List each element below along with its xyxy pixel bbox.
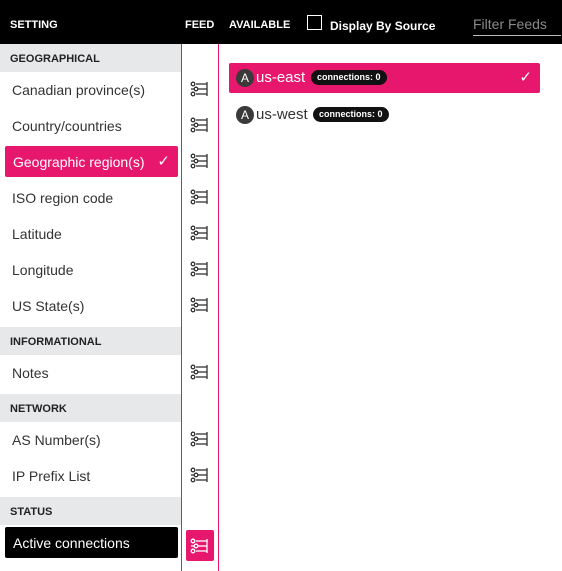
setting-canadian-provinces[interactable]: Canadian province(s) bbox=[0, 72, 181, 108]
available-item-us-west[interactable]: A us-west connections: 0 bbox=[229, 100, 540, 130]
source-a-icon: A bbox=[236, 69, 254, 87]
setting-as-numbers[interactable]: AS Number(s) bbox=[0, 422, 181, 458]
selected-check-icon: ✓ bbox=[519, 69, 532, 86]
setting-geographic-region[interactable]: Geographic region(s) ✓ bbox=[5, 146, 178, 177]
available-item-us-east[interactable]: A us-east connections: 0 ✓ bbox=[229, 63, 540, 93]
feed-button-as-numbers[interactable] bbox=[188, 427, 212, 451]
filter-sliders-icon bbox=[190, 297, 208, 313]
setting-latitude[interactable]: Latitude bbox=[0, 216, 181, 252]
section-geographical: GEOGRAPHICAL bbox=[0, 44, 181, 72]
setting-ip-prefix-list[interactable]: IP Prefix List bbox=[0, 458, 181, 494]
feed-button-ip-prefix-list[interactable] bbox=[188, 463, 212, 487]
feed-button-geographic-region[interactable] bbox=[188, 149, 212, 173]
filter-sliders-icon bbox=[190, 117, 208, 133]
source-a-icon: A bbox=[236, 106, 254, 124]
feed-column-header: FEED bbox=[185, 19, 215, 31]
filter-sliders-icon bbox=[190, 364, 208, 380]
setting-iso-region-code[interactable]: ISO region code bbox=[0, 180, 181, 216]
feed-button-canadian-provinces[interactable] bbox=[188, 77, 212, 101]
settings-list: GEOGRAPHICAL Canadian province(s) Countr… bbox=[0, 44, 181, 571]
feed-button-countries[interactable] bbox=[188, 113, 212, 137]
display-by-source-checkbox[interactable] bbox=[307, 15, 322, 30]
filter-sliders-icon bbox=[190, 189, 208, 205]
feed-column-right-divider bbox=[218, 44, 219, 571]
filter-sliders-icon bbox=[190, 81, 208, 97]
filter-feeds-input[interactable] bbox=[473, 13, 561, 36]
feed-button-latitude[interactable] bbox=[188, 221, 212, 245]
setting-geographic-region-label: Geographic region(s) bbox=[13, 154, 145, 170]
section-network: NETWORK bbox=[0, 394, 181, 422]
available-item-name: us-east bbox=[256, 69, 306, 86]
available-column-header: AVAILABLE bbox=[229, 19, 291, 31]
section-informational: INFORMATIONAL bbox=[0, 327, 181, 355]
setting-us-states[interactable]: US State(s) bbox=[0, 288, 181, 324]
filter-sliders-icon bbox=[190, 153, 208, 169]
filter-sliders-icon bbox=[190, 261, 208, 277]
filter-sliders-icon bbox=[190, 225, 208, 241]
available-item-name: us-west bbox=[256, 106, 308, 123]
selected-check-icon: ✓ bbox=[157, 153, 170, 170]
setting-longitude[interactable]: Longitude bbox=[0, 252, 181, 288]
feed-column-left-divider bbox=[181, 44, 182, 571]
filter-sliders-icon bbox=[190, 538, 208, 553]
feed-button-us-states[interactable] bbox=[188, 293, 212, 317]
display-by-source-label[interactable]: Display By Source bbox=[330, 19, 435, 33]
connections-badge: connections: 0 bbox=[313, 107, 389, 122]
connections-badge: connections: 0 bbox=[311, 70, 387, 85]
feed-button-notes[interactable] bbox=[188, 360, 212, 384]
filter-sliders-icon bbox=[190, 467, 208, 483]
setting-notes[interactable]: Notes bbox=[0, 355, 181, 391]
feed-button-iso-region-code[interactable] bbox=[188, 185, 212, 209]
setting-active-connections[interactable]: Active connections bbox=[5, 527, 178, 558]
header-bar: SETTING FEED AVAILABLE Display By Source bbox=[0, 0, 562, 44]
setting-column-header: SETTING bbox=[10, 19, 58, 31]
setting-countries[interactable]: Country/countries bbox=[0, 108, 181, 144]
section-status: STATUS bbox=[0, 497, 181, 525]
filter-sliders-icon bbox=[190, 431, 208, 447]
feed-button-longitude[interactable] bbox=[188, 257, 212, 281]
feed-button-active-connections[interactable] bbox=[186, 530, 214, 561]
